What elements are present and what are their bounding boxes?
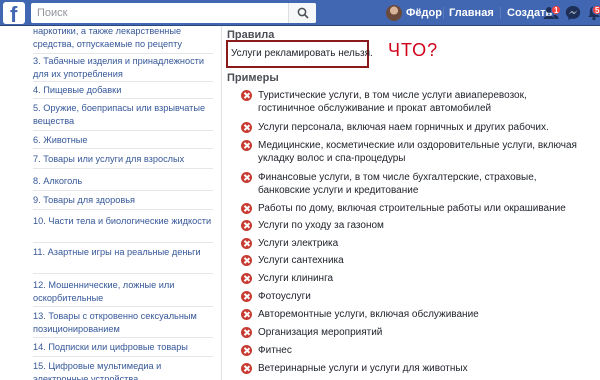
sidebar-item-body-parts[interactable]: 10. Части тела и биологические жидкости [33,215,213,228]
prohibited-x-icon [241,327,252,338]
sidebar-item-subscriptions[interactable]: 14. Подписки или цифровые товары [33,341,213,354]
sidebar-divider [33,209,213,210]
sidebar: наркотики, а также лекарственные средств… [0,26,222,380]
highlighted-rule-box: Услуги рекламировать нельзя. [226,40,373,68]
notifications-badge: 5 [592,5,600,15]
prohibited-x-icon [241,203,252,214]
sidebar-item-animals[interactable]: 6. Животные [33,134,213,147]
example-text: Услуги по уходу за газоном [258,220,384,231]
example-text: Туристические услуги, в том числе услуги… [258,90,527,114]
notifications-button[interactable]: 5 [585,4,600,22]
sidebar-item-prescription-drugs[interactable]: наркотики, а также лекарственные средств… [33,26,213,51]
prohibited-x-icon [241,220,252,231]
sidebar-item-weapons[interactable]: 5. Оружие, боеприпасы или взрывчатые вещ… [33,102,213,128]
prohibited-x-icon [241,345,252,356]
sidebar-divider [33,273,213,274]
prohibited-x-icon [241,140,252,151]
search-input[interactable] [31,3,287,23]
prohibited-x-icon [241,255,252,266]
search-box [31,3,316,23]
sidebar-divider [33,356,213,357]
example-text: Работы по дому, включая строительные раб… [258,203,566,214]
example-text: Услуги электрика [258,238,339,249]
rule-text: Услуги рекламировать нельзя. [231,48,373,59]
handwritten-annotation: ЧТО? [388,40,439,60]
sidebar-item-food-supplements[interactable]: 4. Пищевые добавки [33,84,213,97]
prohibited-x-icon [241,122,252,133]
sidebar-divider [33,168,213,169]
prohibited-x-icon [241,309,252,320]
sidebar-item-sexual[interactable]: 13. Товары с откровенно сексуальным пози… [33,310,213,336]
home-link[interactable]: Главная [449,0,494,26]
prohibited-x-icon [241,363,252,374]
prohibited-x-icon [241,291,252,302]
sidebar-item-alcohol[interactable]: 8. Алкоголь [33,175,213,188]
sidebar-divider [33,98,213,99]
example-text: Услуги сантехника [258,255,344,266]
sidebar-divider [33,53,213,54]
prohibited-x-icon [241,273,252,284]
nav-divider [443,7,444,19]
sidebar-item-digital-media[interactable]: 15. Цифровые мультимедиа и электронные у… [33,360,213,380]
example-text: Организация мероприятий [258,327,383,338]
sidebar-divider [33,190,213,191]
search-button[interactable] [288,3,316,23]
prohibited-x-icon [241,90,252,101]
example-text: Медицинские, косметические или оздоровит… [258,140,577,164]
example-text: Финансовые услуги, в том числе бухгалтер… [258,172,537,196]
sidebar-divider [33,148,213,149]
nav-divider [500,7,501,19]
sidebar-item-fraudulent[interactable]: 12. Мошеннические, ложные или оскорбител… [33,279,213,305]
sidebar-item-health[interactable]: 9. Товары для здоровья [33,194,213,207]
examples-heading: Примеры [227,72,279,84]
friend-requests-button[interactable]: 1 [542,4,562,22]
top-navigation-bar: f Фёдор Главная Создать 1 5 [0,0,600,26]
example-text: Фитнес [258,345,292,356]
example-text: Услуги персонала, включая наем горничных… [258,122,549,133]
sidebar-divider [33,130,213,131]
logo-letter: f [10,2,18,25]
sidebar-divider [33,81,213,82]
prohibited-x-icon [241,172,252,183]
sidebar-divider [33,306,213,307]
example-text: Авторемонтные услуги, включая обслуживан… [258,309,479,320]
example-text: Ветеринарные услуги и услуги для животны… [258,363,468,374]
sidebar-item-adult[interactable]: 7. Товары или услуги для взрослых [33,153,213,166]
messenger-button[interactable] [564,4,582,22]
sidebar-divider [33,337,213,338]
main-content: Правила Услуги рекламировать нельзя. ЧТО… [222,26,600,380]
prohibited-x-icon [241,238,252,249]
facebook-logo-icon[interactable]: f [3,2,25,24]
example-text: Фотоуслуги [258,291,311,302]
messenger-icon [565,6,581,20]
sidebar-divider [33,242,213,243]
sidebar-item-gambling[interactable]: 11. Азартные игры на реальные деньги [33,246,213,259]
example-text: Услуги клининга [258,273,334,284]
profile-link[interactable]: Фёдор [406,0,442,26]
user-avatar[interactable] [386,5,402,21]
sidebar-item-tobacco[interactable]: 3. Табачные изделия и принадлежности для… [33,55,213,81]
search-icon [297,7,309,19]
